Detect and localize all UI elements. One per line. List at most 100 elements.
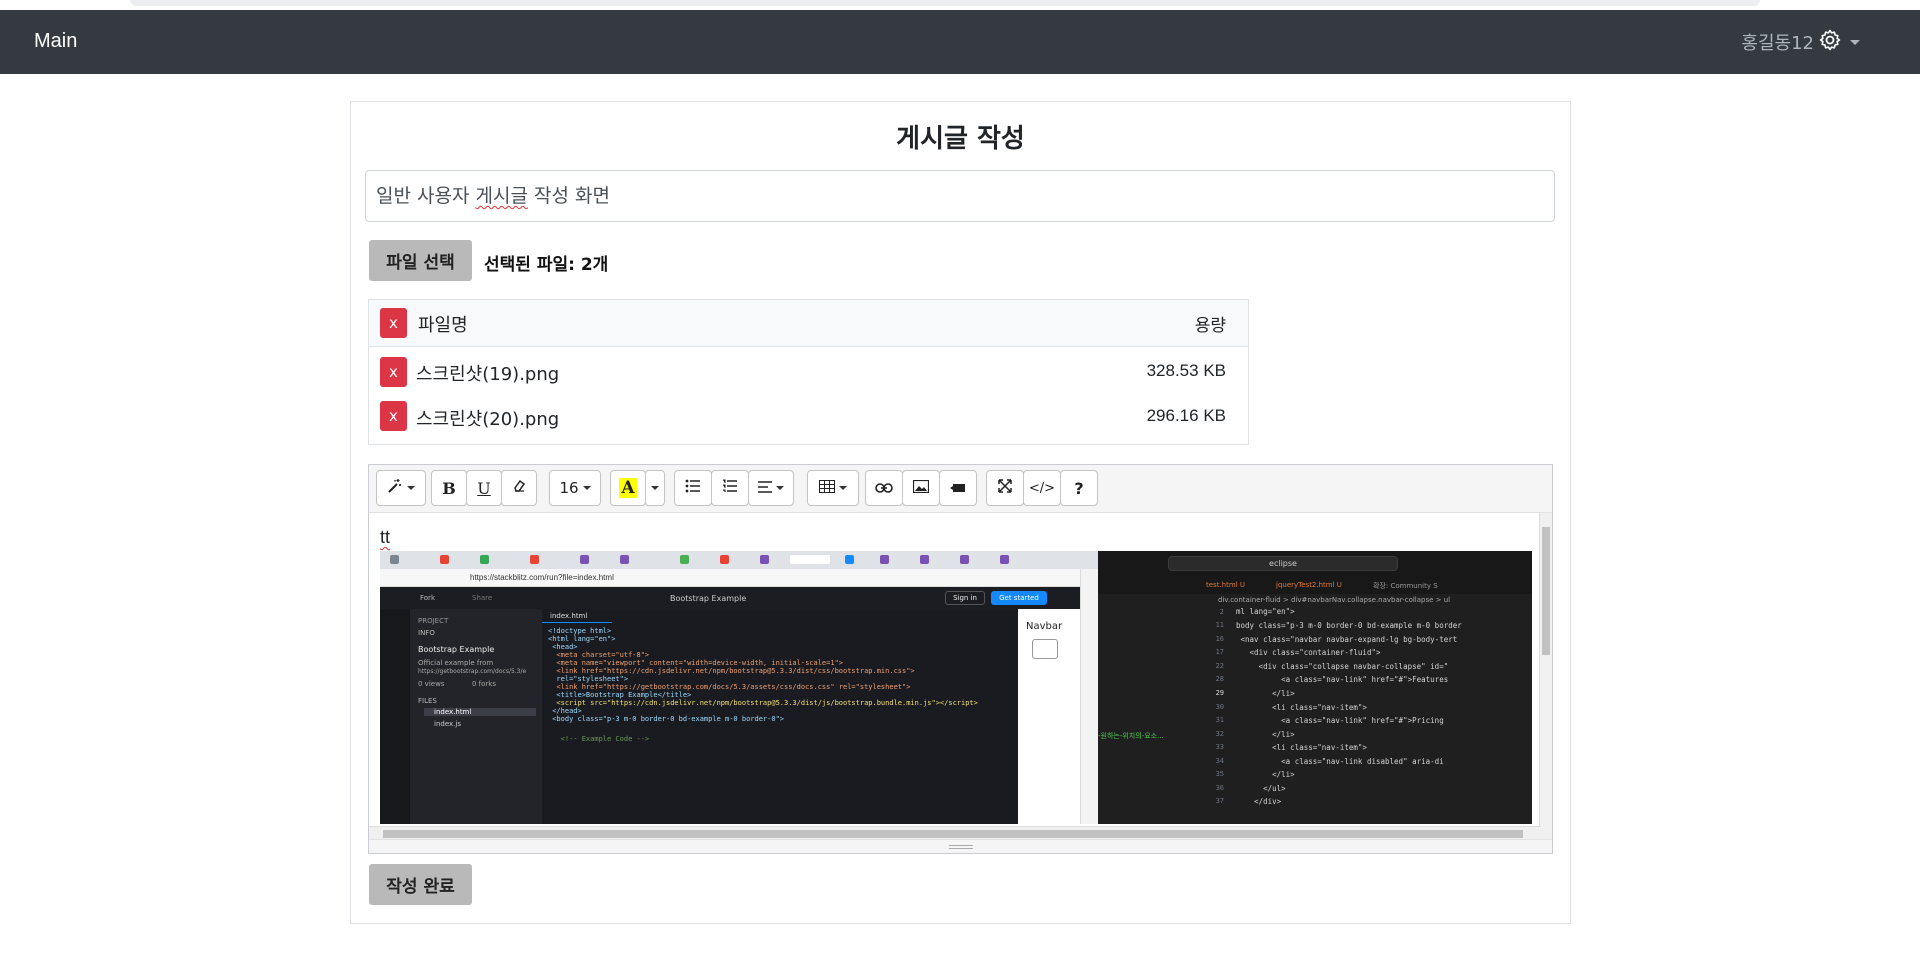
video-icon — [950, 479, 966, 497]
unordered-list-icon — [685, 479, 701, 497]
screenshot-url: https://stackblitz.com/run?file=index.ht… — [470, 573, 614, 582]
help-button[interactable]: ? — [1060, 470, 1098, 506]
vscode-breadcrumb: div.container-fluid > div#navbarNav.coll… — [1218, 596, 1451, 604]
fullscreen-button[interactable] — [986, 470, 1024, 506]
screenshot-browser-window: https://stackblitz.com/run?file=index.ht… — [380, 551, 1098, 824]
insert-link-button[interactable] — [865, 470, 903, 506]
file-size: 328.53 KB — [1146, 361, 1226, 380]
project-desc: Official example from — [418, 659, 494, 667]
vscode-gutter: 2 11 16 17 22 28 29 30 31 32 33 34 35 36 — [1215, 608, 1224, 805]
scrollbar-thumb[interactable] — [383, 830, 1523, 838]
tab-favicon — [620, 555, 629, 564]
editor-content-area[interactable]: tt https://stackblitz.com/run?file=index… — [369, 513, 1541, 840]
font-size-dropdown[interactable]: 16 — [549, 470, 601, 506]
choose-file-button[interactable]: 파일 선택 — [369, 240, 472, 281]
remove-file-button[interactable]: x — [380, 401, 407, 431]
chevron-down-icon — [407, 486, 415, 490]
remove-all-files-button[interactable]: x — [380, 308, 407, 338]
vscode-titlebar: eclipse — [1098, 551, 1532, 577]
style-button[interactable] — [376, 470, 426, 506]
chevron-down-icon — [839, 486, 847, 490]
vscode-green-text: -원하는-위치의-요소... — [1098, 732, 1164, 740]
paragraph-align-dropdown[interactable] — [748, 470, 794, 506]
style-magic-icon — [387, 478, 403, 498]
chevron-down-icon — [776, 486, 784, 490]
underline-button[interactable]: U — [466, 470, 502, 506]
file-index-js: index.js — [434, 720, 461, 728]
selected-file-count: 선택된 파일: 2개 — [484, 255, 609, 275]
file-index-html: index.html — [424, 708, 536, 716]
file-list-table: x 파일명 용량 x 스크린샷(19).png 328.53 KB x 스크린샷… — [368, 299, 1249, 445]
share-label: Share — [472, 594, 493, 602]
editor-horizontal-scrollbar[interactable] — [369, 826, 1541, 840]
table-dropdown[interactable] — [807, 470, 859, 506]
embedded-screenshot-image[interactable]: https://stackblitz.com/run?file=index.ht… — [380, 551, 1532, 824]
stackblitz-title: Bootstrap Example — [670, 594, 747, 603]
editor-resize-handle[interactable] — [369, 839, 1552, 853]
title-text-prefix: 일반 사용자 — [376, 185, 476, 207]
screenshot-vscode-window: eclipse test.html U jqueryTest2.html U 확… — [1098, 551, 1532, 824]
editor-toolbar: B U 16 A </> ? — [369, 465, 1552, 513]
stackblitz-header: Fork Share Bootstrap Example Sign in Get… — [380, 587, 1080, 609]
clear-format-button[interactable] — [501, 470, 537, 506]
fullscreen-icon — [998, 479, 1012, 497]
bold-button[interactable]: B — [431, 470, 467, 506]
text-color-dropdown[interactable] — [645, 470, 665, 506]
page-title: 게시글 작성 — [896, 124, 1025, 154]
vscode-tabs: test.html U jqueryTest2.html U 확장: Commu… — [1098, 577, 1532, 594]
chevron-down-icon — [651, 486, 659, 490]
submit-post-button[interactable]: 작성 완료 — [369, 864, 472, 905]
tab-favicon — [390, 555, 399, 564]
editor-vertical-scrollbar[interactable] — [1539, 513, 1552, 840]
user-name: 홍길동12 — [1741, 33, 1814, 54]
stackblitz-rail — [380, 609, 410, 824]
user-menu-dropdown[interactable]: 홍길동12 — [1741, 28, 1860, 56]
tab-favicon — [480, 555, 489, 564]
tab-favicon — [680, 555, 689, 564]
tab-favicon — [440, 555, 449, 564]
project-name: Bootstrap Example — [418, 645, 495, 654]
font-size-value: 16 — [559, 479, 579, 497]
tab-favicon — [760, 555, 769, 564]
scrollbar-thumb[interactable] — [1542, 527, 1550, 655]
tab-favicon — [720, 555, 729, 564]
editor-text: tt — [380, 527, 391, 547]
active-tab — [790, 555, 830, 564]
forks-count: 0 forks — [472, 680, 497, 688]
browser-top-edge — [130, 0, 1760, 6]
vscode-tab: jqueryTest2.html U — [1276, 581, 1342, 589]
project-label: PROJECT — [418, 617, 449, 625]
brand-link[interactable]: Main — [34, 30, 77, 53]
stackblitz-code-editor: index.html <!doctype html> <html lang="e… — [542, 609, 1018, 824]
file-name: 스크린샷(19).png — [416, 364, 560, 385]
ordered-list-button[interactable] — [711, 470, 749, 506]
insert-video-button[interactable] — [939, 470, 977, 506]
insert-picture-button[interactable] — [902, 470, 940, 506]
chevron-down-icon — [1850, 39, 1860, 45]
unordered-list-button[interactable] — [674, 470, 712, 506]
eraser-icon — [512, 479, 526, 497]
hamburger-icon — [1032, 639, 1058, 659]
top-navbar: Main 홍길동12 — [0, 10, 1920, 74]
project-link: https://getbootstrap.com/docs/5.3/e — [418, 668, 527, 675]
tab-favicon — [845, 555, 854, 564]
title-text-suffix: 작성 화면 — [527, 185, 610, 207]
screenshot-tab-strip — [380, 551, 1098, 569]
preview-navbar-brand: Navbar — [1026, 621, 1063, 632]
text-color-button[interactable]: A — [610, 470, 646, 506]
rich-text-editor: B U 16 A </> ? tt https://stackblitz.com… — [368, 464, 1553, 854]
file-name: 스크린샷(20).png — [416, 409, 560, 430]
code-view-button[interactable]: </> — [1023, 470, 1061, 506]
image-icon — [912, 479, 930, 497]
resize-grip-icon — [949, 845, 973, 849]
tab-favicon — [530, 555, 539, 564]
remove-file-button[interactable]: x — [380, 357, 407, 387]
table-icon — [819, 479, 835, 497]
views-count: 0 views — [418, 680, 445, 688]
link-icon — [875, 479, 893, 497]
tab-favicon — [920, 555, 929, 564]
tab-favicon — [880, 555, 889, 564]
title-text-misspelled: 게시글 — [475, 185, 528, 207]
text-color-letter: A — [619, 478, 637, 498]
post-title-input[interactable]: 일반 사용자 게시글 작성 화면 — [365, 170, 1555, 222]
